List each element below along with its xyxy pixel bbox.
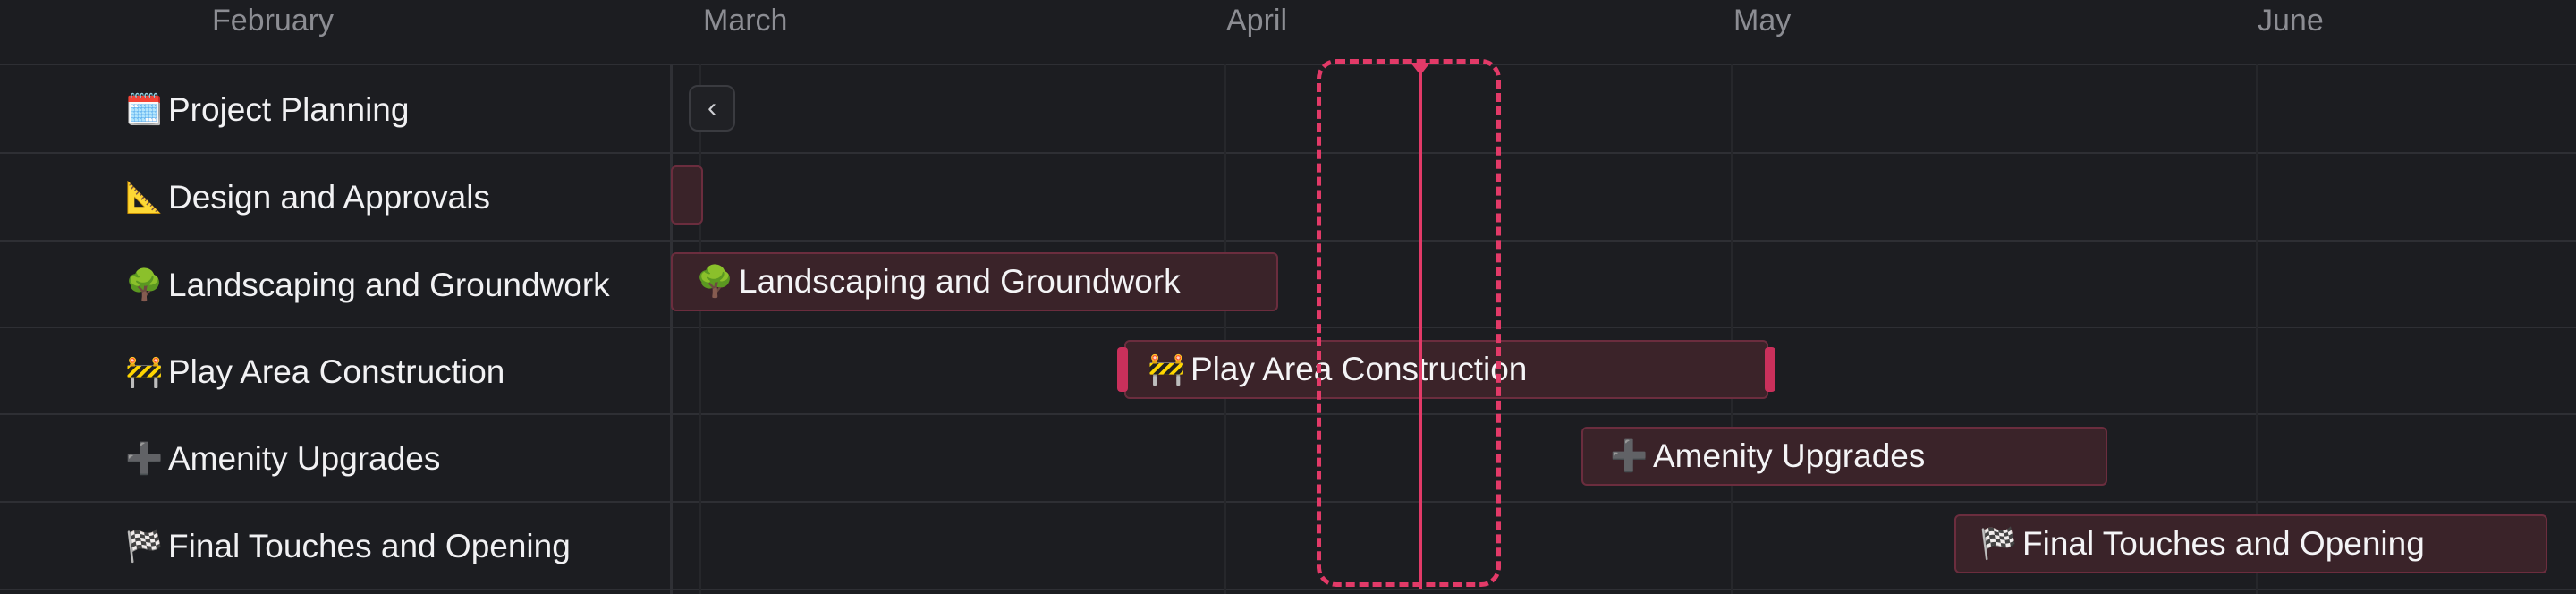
task-bar-landscaping-and-groundwork[interactable]: 🌳 Landscaping and Groundwork <box>671 252 1278 311</box>
header-divider <box>0 64 2576 65</box>
task-bar-label: Final Touches and Opening <box>2022 525 2425 562</box>
task-row-label[interactable]: 🏁 Final Touches and Opening <box>125 503 571 590</box>
sidebar-divider <box>670 64 673 594</box>
checkered-flag-icon: 🏁 <box>1979 527 2018 561</box>
task-label: Landscaping and Groundwork <box>168 266 610 303</box>
month-label-may: May <box>1733 4 1792 38</box>
task-label: Design and Approvals <box>168 178 490 216</box>
task-row-label[interactable]: 🌳 Landscaping and Groundwork <box>125 242 610 328</box>
task-label: Final Touches and Opening <box>168 527 571 564</box>
today-marker-line[interactable] <box>1419 64 1422 589</box>
resize-handle-start[interactable] <box>1117 347 1128 392</box>
checkered-flag-icon: 🏁 <box>125 529 164 564</box>
task-label: Project Planning <box>168 90 410 128</box>
month-gridline <box>1224 64 1226 594</box>
task-label: Play Area Construction <box>168 352 505 390</box>
task-row-label[interactable]: 📐 Design and Approvals <box>125 154 490 241</box>
triangle-ruler-icon: 📐 <box>125 180 164 215</box>
month-label-february: February <box>212 4 335 38</box>
task-bar-label: Amenity Upgrades <box>1653 437 1926 474</box>
month-gridline <box>699 64 701 594</box>
tree-icon: 🌳 <box>696 265 734 299</box>
task-row-label[interactable]: 🗓️ Project Planning <box>125 66 409 153</box>
month-gridline <box>1731 64 1733 594</box>
chevron-left-icon: ‹ <box>708 93 716 123</box>
month-label-april: April <box>1226 4 1288 38</box>
month-label-june: June <box>2258 4 2324 38</box>
task-row-label[interactable]: ➕ Amenity Upgrades <box>125 415 440 502</box>
construction-barrier-icon: 🚧 <box>125 354 164 389</box>
task-bar-design-and-approvals[interactable] <box>671 165 703 225</box>
tree-icon: 🌳 <box>125 267 164 302</box>
task-label: Amenity Upgrades <box>168 439 441 477</box>
resize-handle-end[interactable] <box>1765 347 1775 392</box>
task-row-label[interactable]: 🚧 Play Area Construction <box>125 328 504 415</box>
today-marker-caret-icon <box>1411 63 1430 75</box>
calendar-icon: 🗓️ <box>125 92 164 127</box>
scroll-back-button[interactable]: ‹ <box>689 85 735 132</box>
task-bar-label: Landscaping and Groundwork <box>739 263 1181 300</box>
month-label-march: March <box>703 4 788 38</box>
plus-icon: ➕ <box>125 441 164 476</box>
today-highlight-box <box>1317 59 1501 587</box>
task-bar-final-touches-and-opening[interactable]: 🏁 Final Touches and Opening <box>1954 514 2547 573</box>
task-bar-amenity-upgrades[interactable]: ➕ Amenity Upgrades <box>1581 427 2107 486</box>
plus-icon: ➕ <box>1610 439 1648 473</box>
construction-barrier-icon: 🚧 <box>1148 352 1186 386</box>
